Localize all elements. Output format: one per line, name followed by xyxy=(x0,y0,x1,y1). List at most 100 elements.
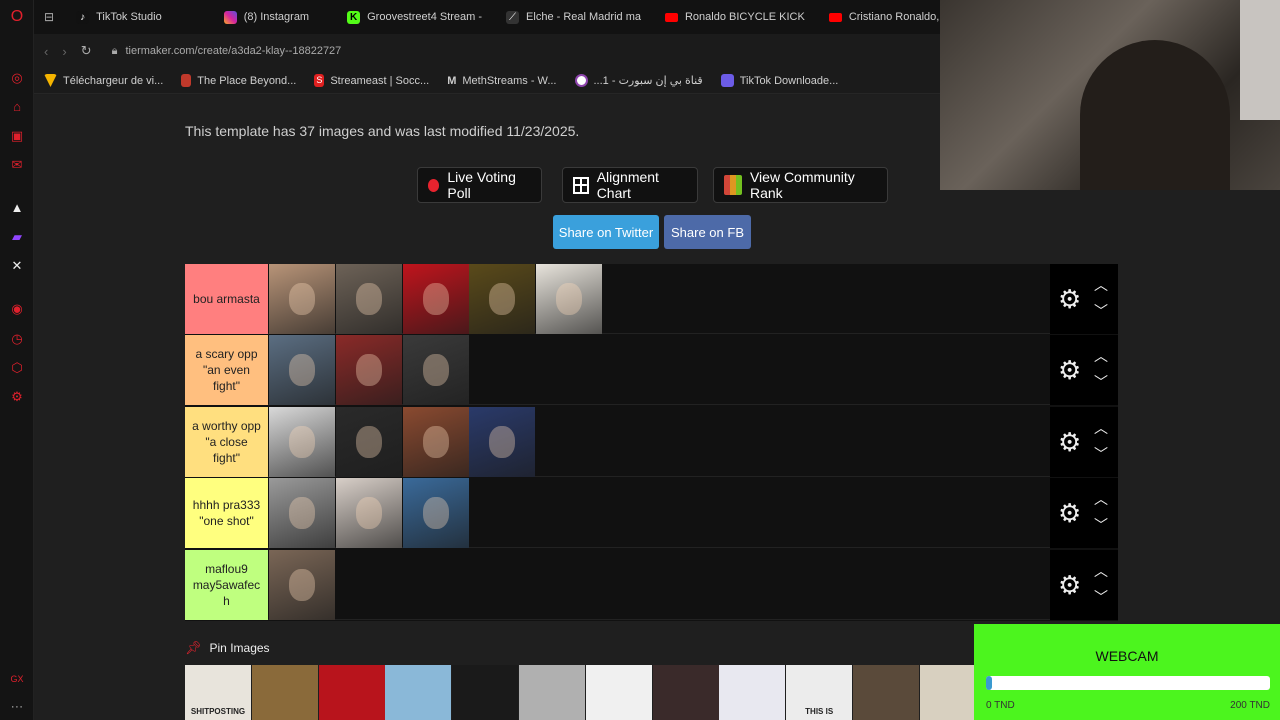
round-logo[interactable] xyxy=(719,665,786,720)
man-suit-photo[interactable] xyxy=(853,665,919,720)
blonde-woman-photo[interactable] xyxy=(335,478,402,549)
tab-kick-stream[interactable]: K Groovestreet4 Stream - xyxy=(335,0,494,34)
shitposting-logo[interactable]: SHITPOSTING xyxy=(185,665,251,720)
view-community-rank-button[interactable]: View Community Rank xyxy=(713,167,888,203)
bookmark-item[interactable]: Téléchargeur de vi... xyxy=(44,74,163,87)
tab-ronaldo-bicycle[interactable]: Ronaldo BICYCLE KICK xyxy=(653,0,817,34)
gear-icon[interactable]: ⚙ xyxy=(1058,357,1081,383)
tab-label: Elche - Real Madrid ma xyxy=(526,11,641,23)
button-label: Live Voting Poll xyxy=(447,169,516,201)
arc-icon[interactable]: ▲ xyxy=(9,199,25,215)
tunisia-parliament-logo[interactable] xyxy=(536,264,603,334)
arabic-text-image[interactable] xyxy=(652,665,719,720)
elderly-man-photo[interactable] xyxy=(269,478,335,549)
gear-icon[interactable]: ⚙ xyxy=(1058,572,1081,598)
man-cap-photo[interactable] xyxy=(402,406,469,477)
tv-image[interactable] xyxy=(251,665,318,720)
opera-logo-icon[interactable]: O xyxy=(9,9,25,25)
man-sunglasses-photo[interactable] xyxy=(335,406,402,477)
tier-row: bou armasta ⚙ ︿ ﹀ xyxy=(185,264,1118,334)
streameast-icon: S xyxy=(314,74,325,87)
chevron-up-icon[interactable]: ︿ xyxy=(1094,421,1108,435)
tier-list: bou armasta ⚙ ︿ ﹀ a scary opp "an even fight… xyxy=(185,264,1118,621)
aria-icon[interactable]: ◎ xyxy=(9,69,25,85)
tier-label[interactable]: maflou9 may5awafec h xyxy=(185,549,268,620)
chevron-down-icon[interactable]: ﹀ xyxy=(1094,304,1108,318)
mail-icon[interactable]: ✉ xyxy=(9,156,25,172)
template-info: This template has 37 images and was last… xyxy=(185,123,580,139)
this-is-image[interactable]: THIS IS xyxy=(786,665,853,720)
history-icon[interactable]: ◷ xyxy=(9,330,25,346)
dark-text-image[interactable] xyxy=(452,665,519,720)
tiktok-downloader-icon xyxy=(720,74,734,87)
bearded-man-photo[interactable] xyxy=(269,264,335,334)
settings-icon[interactable]: ⚙ xyxy=(9,388,25,404)
live-voting-poll-button[interactable]: Live Voting Poll xyxy=(417,167,542,203)
tab-instagram[interactable]: (8) Instagram xyxy=(212,0,321,34)
bookmark-label: TikTok Downloade... xyxy=(739,74,839,87)
alignment-chart-button[interactable]: Alignment Chart xyxy=(562,167,698,203)
brigade-rouge-logo[interactable] xyxy=(585,665,652,720)
twitch-icon[interactable]: ▰ xyxy=(9,228,25,244)
share-fb-button[interactable]: Share on FB xyxy=(664,215,751,249)
young-man-photo[interactable] xyxy=(335,264,402,334)
tunisia-map[interactable] xyxy=(385,665,452,720)
bookmark-label: The Place Beyond... xyxy=(197,74,297,87)
bald-man-photo[interactable] xyxy=(402,335,469,406)
gear-icon[interactable]: ⚙ xyxy=(1058,500,1081,526)
rapper-red-background[interactable] xyxy=(402,264,469,334)
older-man-photo[interactable] xyxy=(269,335,335,406)
tier-row: maflou9 may5awafec h ⚙ ︿ ﹀ xyxy=(185,549,1118,620)
chevron-down-icon[interactable]: ﹀ xyxy=(1094,590,1108,604)
tab-overview-icon[interactable]: ⊟ xyxy=(34,0,64,34)
tab-cristiano-ronaldo[interactable]: Cristiano Ronaldo, xyxy=(817,0,940,34)
curly-haired-man-photo[interactable] xyxy=(269,406,335,477)
tier-label[interactable]: hhhh pra333 "one shot" xyxy=(185,478,268,549)
url-text: tiermaker.com/create/a3da2-klay--1882272… xyxy=(125,45,342,57)
chevron-down-icon[interactable]: ﹀ xyxy=(1094,447,1108,461)
share-twitter-button[interactable]: Share on Twitter xyxy=(553,215,659,249)
tier-label[interactable]: a worthy opp "a close fight" xyxy=(185,406,268,477)
gear-icon[interactable]: ⚙ xyxy=(1058,429,1081,455)
shopping-icon[interactable]: ⌂ xyxy=(9,98,25,114)
more-icon[interactable]: ⋯ xyxy=(9,698,25,714)
downloader-icon xyxy=(44,74,57,87)
forward-icon[interactable]: › xyxy=(62,44,66,59)
workspace-icon[interactable]: ▣ xyxy=(9,127,25,143)
tab-elche-real-madrid[interactable]: ⟋ Elche - Real Madrid ma xyxy=(494,0,653,34)
extensions-icon[interactable]: ⬡ xyxy=(9,359,25,375)
chevron-up-icon[interactable]: ︿ xyxy=(1094,349,1108,363)
reload-icon[interactable]: ↻ xyxy=(81,43,92,59)
bookmark-label: MethStreams - W... xyxy=(462,74,557,87)
chevron-up-icon[interactable]: ︿ xyxy=(1094,278,1108,292)
gear-icon[interactable]: ⚙ xyxy=(1058,286,1081,312)
young-man-portrait-photo[interactable] xyxy=(269,549,335,620)
bookmark-item[interactable]: TikTok Downloade... xyxy=(720,74,839,87)
esperance-logo[interactable] xyxy=(318,665,385,720)
tier-label[interactable]: a scary opp "an even fight" xyxy=(185,335,268,406)
tab-tiktok-studio[interactable]: ♪ TikTok Studio xyxy=(64,0,174,34)
bookmark-item[interactable]: M MethStreams - W... xyxy=(447,75,556,87)
portrait-shape xyxy=(289,425,315,458)
red-haired-woman-photo[interactable] xyxy=(335,335,402,406)
bookmark-item[interactable]: ...1 - قناة بي إن سبورت xyxy=(574,74,703,87)
url-field[interactable]: 🔒︎ tiermaker.com/create/a3da2-klay--1882… xyxy=(112,45,342,58)
chevron-up-icon[interactable]: ︿ xyxy=(1094,492,1108,506)
bookmark-item[interactable]: S Streameast | Socc... xyxy=(314,74,429,87)
chevron-down-icon[interactable]: ﹀ xyxy=(1094,375,1108,389)
bookmark-item[interactable]: The Place Beyond... xyxy=(181,74,296,87)
man-blue-background-photo[interactable] xyxy=(469,406,536,477)
x-twitter-icon[interactable]: ✕ xyxy=(9,257,25,273)
tier-label[interactable]: bou armasta xyxy=(185,264,268,334)
tab-label: (8) Instagram xyxy=(243,11,310,23)
button-label: View Community Rank xyxy=(749,169,855,201)
bw-man-photo[interactable] xyxy=(519,665,585,720)
man-blue-jacket-photo[interactable] xyxy=(402,478,469,549)
chevron-down-icon[interactable]: ﹀ xyxy=(1094,518,1108,532)
player-icon[interactable]: ◉ xyxy=(9,300,25,316)
back-icon[interactable]: ‹ xyxy=(44,44,48,59)
kick-icon: K xyxy=(347,10,361,24)
gold-emblem[interactable] xyxy=(469,264,536,334)
gx-icon[interactable]: GX xyxy=(9,671,25,687)
chevron-up-icon[interactable]: ︿ xyxy=(1094,564,1108,578)
